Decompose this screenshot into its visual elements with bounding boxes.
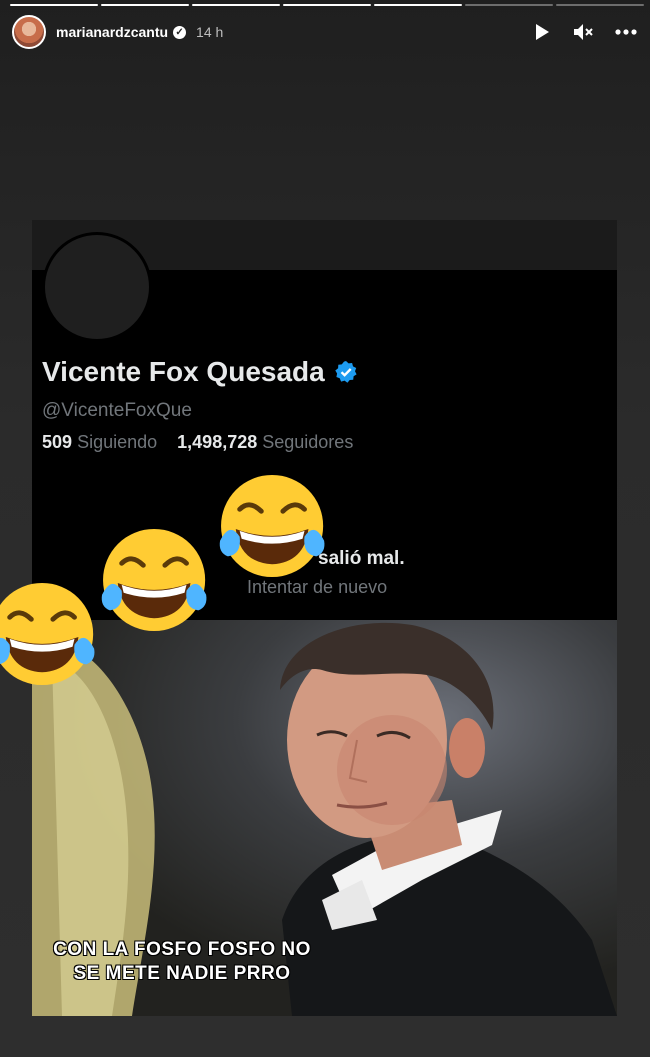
profile-stats: 509 Siguiendo 1,498,728 Seguidores <box>42 432 353 453</box>
story-progress-bar <box>10 4 644 6</box>
caption-line-1: CON LA FOSFO FOSFO NO <box>53 939 311 960</box>
mute-icon[interactable] <box>572 20 596 44</box>
verified-icon: ✓ <box>173 25 187 39</box>
user-avatar[interactable] <box>12 15 46 49</box>
progress-segment <box>101 4 189 6</box>
progress-segment <box>374 4 462 6</box>
story-header: marianardzcantu ✓ 14 h <box>12 14 638 50</box>
laughing-emoji <box>219 474 325 578</box>
profile-handle: @VicenteFoxQue <box>42 400 192 421</box>
progress-segment <box>556 4 644 6</box>
laughing-emoji <box>101 528 207 632</box>
display-name-text: Vicente Fox Quesada <box>42 356 325 387</box>
progress-segment <box>283 4 371 6</box>
blue-check-icon <box>335 361 357 383</box>
progress-segment <box>10 4 98 6</box>
profile-display-name: Vicente Fox Quesada <box>42 356 358 388</box>
laughing-emoji <box>0 582 95 686</box>
following-label: Siguiendo <box>77 432 158 452</box>
followers-count: 1,498,728 <box>177 432 258 452</box>
meme-caption: CON LA FOSFO FOSFO NO SE METE NADIE PRRO <box>32 938 332 986</box>
progress-segment <box>465 4 553 6</box>
caption-line-2: SE METE NADIE PRRO <box>73 963 291 984</box>
following-count: 509 <box>42 432 73 452</box>
username[interactable]: marianardzcantu <box>56 24 168 40</box>
play-icon[interactable] <box>530 20 554 44</box>
more-icon[interactable] <box>614 20 638 44</box>
followers-label: Seguidores <box>262 432 354 452</box>
retry-text: Intentar de nuevo <box>247 577 388 597</box>
story-time: 14 h <box>196 24 224 40</box>
progress-segment <box>192 4 280 6</box>
profile-picture <box>42 232 152 342</box>
story-controls <box>530 20 638 44</box>
